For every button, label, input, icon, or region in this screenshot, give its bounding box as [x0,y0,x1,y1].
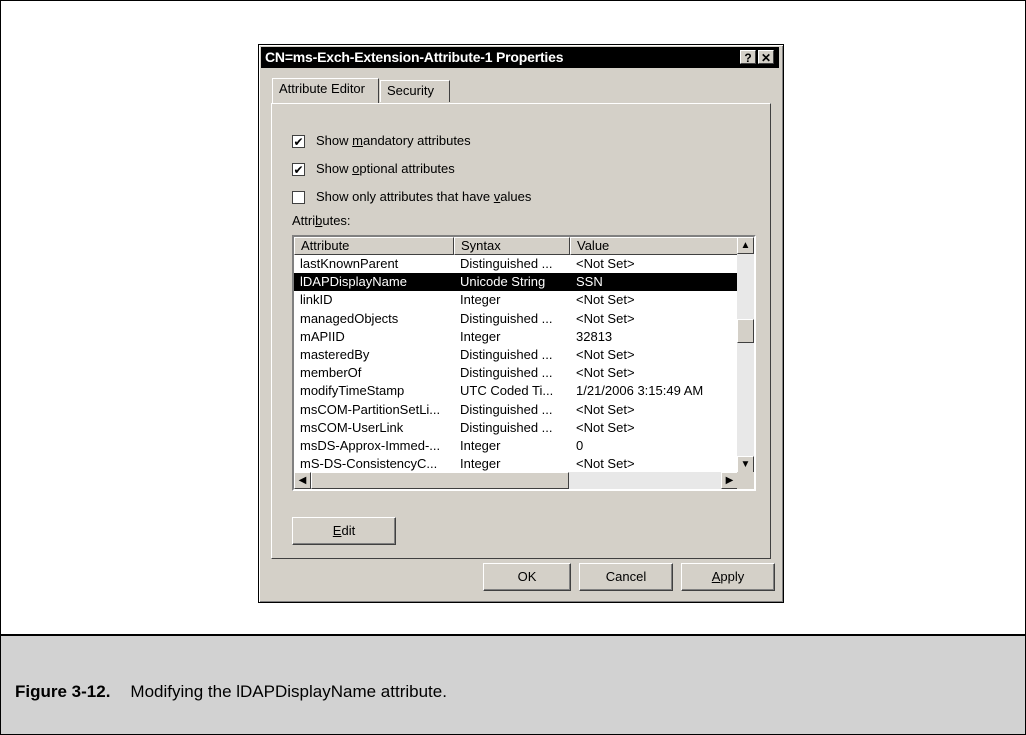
cell-syntax: Distinguished ... [460,256,553,271]
table-row[interactable]: msCOM-PartitionSetLi... Distinguished ...… [294,401,738,419]
checkbox-label: Show only attributes that have values [316,189,532,204]
cell-value: SSN [576,274,603,290]
checkbox-box[interactable]: ✔ [292,135,305,148]
table-row[interactable]: msCOM-UserLink Distinguished ... <Not Set> [294,419,738,437]
scrollbar-corner [737,472,754,489]
cell-syntax: Integer [460,456,501,472]
caption-text: Modifying the lDAPDisplayName attribute. [130,682,447,701]
checkbox-label: Show mandatory attributes [316,133,471,148]
cell-attribute: lDAPDisplayName [300,274,407,290]
attribute-editor-panel: ✔ Show mandatory attributes ✔ Show optio… [271,103,771,559]
edit-button[interactable]: Edit [292,517,396,545]
figure-frame: CN=ms-Exch-Extension-Attribute-1 Propert… [0,0,1026,735]
attributes-list[interactable]: Attribute Syntax Value lastKnownParent Di… [292,235,756,491]
column-header-value[interactable]: Value [570,237,738,255]
vertical-scrollbar[interactable]: ▲ ▼ [737,237,754,473]
table-row[interactable]: linkID Integer <Not Set> [294,291,738,309]
cell-attribute: mAPIID [300,328,345,344]
ok-button[interactable]: OK [483,563,571,591]
cell-syntax: UTC Coded Ti... [460,383,554,399]
table-row[interactable]: lDAPDisplayName Unicode String SSN [294,273,738,292]
cell-value: 0 [576,438,584,453]
title-bar[interactable]: CN=ms-Exch-Extension-Attribute-1 Propert… [261,47,779,68]
horizontal-scrollbar[interactable]: ◀ ▶ [294,472,738,489]
cell-value: 1/21/2006 3:15:49 AM [576,383,704,399]
cell-attribute: msCOM-UserLink [300,419,404,435]
cell-value: <Not Set> [576,419,635,435]
cell-syntax: Integer [460,438,501,453]
figure-area: CN=ms-Exch-Extension-Attribute-1 Propert… [1,1,1025,636]
cell-syntax: Integer [460,292,501,308]
cell-attribute: managedObjects [300,310,399,326]
help-button[interactable]: ? [740,50,756,65]
cell-attribute: msDS-Approx-Immed-... [300,438,441,453]
figure-number: Figure 3-12. [15,682,111,701]
checkbox-box[interactable]: ✔ [292,163,305,176]
apply-button[interactable]: Apply [681,563,775,591]
cell-attribute: mS-DS-ConsistencyC... [300,456,438,472]
table-row[interactable]: mAPIID Integer 32813 [294,328,738,346]
checkbox-label: Show optional attributes [316,161,455,176]
scroll-left-button[interactable]: ◀ [294,472,311,489]
scroll-down-button[interactable]: ▼ [737,456,754,473]
dialog-title: CN=ms-Exch-Extension-Attribute-1 Propert… [265,49,564,65]
cell-value: <Not Set> [576,365,635,381]
cell-attribute: lastKnownParent [300,256,399,271]
attributes-label: Attributes: [292,213,351,228]
figure-caption: Figure 3-12. Modifying the lDAPDisplayNam… [1,636,1025,734]
cell-attribute: masteredBy [300,347,370,362]
cell-attribute: msCOM-PartitionSetLi... [300,401,441,417]
table-row[interactable]: msDS-Approx-Immed-... Integer 0 [294,437,738,455]
cell-syntax: Distinguished ... [460,401,553,417]
cell-value: <Not Set> [576,456,635,472]
scroll-right-button[interactable]: ▶ [721,472,738,489]
properties-dialog: CN=ms-Exch-Extension-Attribute-1 Propert… [258,44,784,603]
table-row[interactable]: managedObjects Distinguished ... <Not Set> [294,310,738,328]
caption-line: Figure 3-12. Modifying the lDAPDisplayNam… [15,682,447,702]
cell-value: <Not Set> [576,256,635,271]
column-header-syntax[interactable]: Syntax [454,237,570,255]
scroll-up-button[interactable]: ▲ [737,237,754,254]
table-row[interactable]: mS-DS-ConsistencyC... Integer <Not Set> [294,455,738,473]
table-row[interactable]: modifyTimeStamp UTC Coded Ti... 1/21/2006 … [294,382,738,400]
cell-syntax: Distinguished ... [460,347,553,362]
cell-value: <Not Set> [576,347,635,362]
checkbox-box[interactable] [292,191,305,204]
cell-syntax: Integer [460,328,501,344]
cell-syntax: Distinguished ... [460,310,553,326]
cell-syntax: Distinguished ... [460,365,553,381]
close-button[interactable]: ✕ [758,50,774,65]
table-row[interactable]: lastKnownParent Distinguished ... <Not Set… [294,255,738,273]
tab-security[interactable]: Security [380,80,450,102]
vertical-scroll-thumb[interactable] [737,319,754,343]
tab-attribute-editor[interactable]: Attribute Editor [272,78,379,103]
cell-attribute: linkID [300,292,333,308]
cell-attribute: modifyTimeStamp [300,383,405,399]
cell-value: 32813 [576,328,613,344]
table-row[interactable]: masteredBy Distinguished ... <Not Set> [294,346,738,364]
cell-syntax: Distinguished ... [460,419,553,435]
cell-value: <Not Set> [576,310,635,326]
cell-attribute: memberOf [300,365,362,381]
cell-syntax: Unicode String [460,274,546,290]
cancel-button[interactable]: Cancel [579,563,673,591]
column-header-attribute[interactable]: Attribute [294,237,454,255]
cell-value: <Not Set> [576,292,635,308]
horizontal-scroll-thumb[interactable] [311,472,569,489]
cell-value: <Not Set> [576,401,635,417]
table-row[interactable]: memberOf Distinguished ... <Not Set> [294,364,738,382]
